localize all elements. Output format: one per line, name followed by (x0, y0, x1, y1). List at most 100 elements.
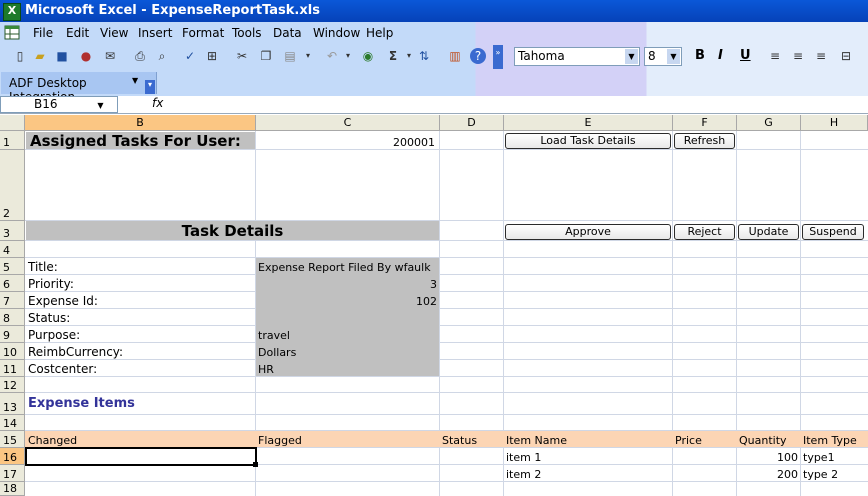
item-type-cell[interactable]: type1 (801, 448, 868, 464)
hyperlink-icon[interactable]: ◉ (360, 48, 376, 64)
field-value[interactable]: travel (256, 326, 439, 342)
align-right-icon[interactable]: ≡ (813, 48, 829, 64)
table-header-item-name[interactable]: Item Name (504, 431, 672, 447)
fill-handle[interactable] (253, 462, 258, 467)
workbook-icon[interactable] (2, 25, 22, 41)
column-header-f[interactable]: F (673, 115, 737, 131)
undo-icon[interactable]: ↶ (324, 48, 340, 64)
field-value[interactable]: Dollars (256, 343, 439, 359)
row-header[interactable]: 7 (0, 292, 25, 309)
underline-button[interactable]: U (740, 48, 751, 63)
field-value[interactable]: 102 (256, 292, 439, 308)
row-header[interactable]: 3 (0, 221, 25, 241)
cut-icon[interactable]: ✂ (234, 48, 250, 64)
item-name-cell[interactable]: item 2 (504, 465, 672, 481)
row-header[interactable]: 14 (0, 415, 25, 431)
new-icon[interactable]: ▯ (12, 48, 28, 64)
row-header[interactable]: 6 (0, 275, 25, 292)
user-id-cell[interactable]: 200001 (256, 132, 439, 149)
select-all-corner[interactable] (0, 115, 25, 131)
print-icon[interactable]: ⎙ (132, 48, 148, 64)
research-icon[interactable]: ⊞ (204, 48, 220, 64)
chevron-down-icon[interactable]: ▼ (667, 49, 680, 64)
chevron-down-icon[interactable]: ▼ (625, 49, 638, 64)
menu-help[interactable]: Help (366, 26, 393, 40)
menu-format[interactable]: Format (182, 26, 224, 40)
table-header-flagged[interactable]: Flagged (256, 431, 439, 447)
row-header[interactable]: 5 (0, 258, 25, 275)
quantity-cell[interactable]: 100 (737, 448, 800, 464)
menu-edit[interactable]: Edit (66, 26, 89, 40)
row-header[interactable]: 2 (0, 150, 25, 221)
item-name-cell[interactable]: item 1 (504, 448, 672, 464)
field-value[interactable] (256, 309, 439, 325)
autosum-dropdown-icon[interactable]: ▾ (401, 48, 417, 64)
toolbar-options-icon[interactable]: ▾ (145, 80, 155, 94)
row-header[interactable]: 17 (0, 465, 25, 482)
field-label[interactable]: Priority: (26, 275, 255, 291)
field-label[interactable]: Status: (26, 309, 255, 325)
italic-button[interactable]: I (718, 48, 723, 63)
field-label[interactable]: Title: (26, 258, 255, 274)
task-details-title[interactable]: Task Details (26, 221, 439, 240)
reject-button[interactable]: Reject (674, 224, 735, 240)
field-label[interactable]: Expense Id: (26, 292, 255, 308)
menu-view[interactable]: View (100, 26, 128, 40)
approve-button[interactable]: Approve (505, 224, 671, 240)
menu-data[interactable]: Data (273, 26, 302, 40)
table-header-item-type[interactable]: Item Type (801, 431, 868, 447)
menu-tools[interactable]: Tools (232, 26, 262, 40)
row-header[interactable]: 16 (0, 448, 25, 465)
excel-icon[interactable]: X (3, 3, 21, 21)
refresh-button[interactable]: Refresh (674, 133, 735, 149)
font-name-select[interactable]: Tahoma ▼ (514, 47, 640, 66)
paste-dropdown-icon[interactable]: ▾ (300, 48, 316, 64)
field-value[interactable]: Expense Report Filed By wfaulk (256, 258, 439, 274)
row-header[interactable]: 18 (0, 482, 25, 496)
table-header-price[interactable]: Price (673, 431, 736, 447)
field-label[interactable]: Costcenter: (26, 360, 255, 376)
help-icon[interactable]: ? (470, 48, 486, 64)
menu-file[interactable]: File (33, 26, 53, 40)
active-cell-b16[interactable] (25, 447, 257, 466)
column-header-b[interactable]: B (25, 115, 256, 131)
row-header[interactable]: 15 (0, 431, 25, 448)
column-header-d[interactable]: D (440, 115, 504, 131)
font-size-select[interactable]: 8 ▼ (644, 47, 682, 66)
copy-icon[interactable]: ❐ (258, 48, 274, 64)
field-label[interactable]: Purpose: (26, 326, 255, 342)
toolbar-options-icon[interactable]: » (493, 45, 503, 69)
merge-center-icon[interactable]: ⊟ (838, 48, 854, 64)
row-header[interactable]: 13 (0, 393, 25, 415)
field-label[interactable]: ReimbCurrency: (26, 343, 255, 359)
chevron-down-icon[interactable]: ▼ (94, 98, 107, 113)
table-header-changed[interactable]: Changed (26, 431, 255, 447)
row-header[interactable]: 9 (0, 326, 25, 343)
column-header-g[interactable]: G (737, 115, 801, 131)
item-type-cell[interactable]: type 2 (801, 465, 868, 481)
column-header-h[interactable]: H (801, 115, 868, 131)
table-header-quantity[interactable]: Quantity (737, 431, 800, 447)
row-header[interactable]: 12 (0, 377, 25, 393)
align-center-icon[interactable]: ≡ (790, 48, 806, 64)
table-header-status[interactable]: Status (440, 431, 503, 447)
load-task-details-button[interactable]: Load Task Details (505, 133, 671, 149)
autosum-icon[interactable]: Σ (385, 48, 401, 64)
align-left-icon[interactable]: ≡ (767, 48, 783, 64)
permission-icon[interactable]: ● (78, 48, 94, 64)
column-header-e[interactable]: E (504, 115, 673, 131)
quantity-cell[interactable]: 200 (737, 465, 800, 481)
open-icon[interactable]: ▰ (32, 48, 48, 64)
chart-wizard-icon[interactable]: ▥ (447, 48, 463, 64)
name-box[interactable]: B16 ▼ (0, 96, 118, 113)
spelling-icon[interactable]: ✓ (182, 48, 198, 64)
worksheet-grid[interactable]: B C D E F G H 1 2 3 4 5 6 7 8 9 10 11 12… (0, 115, 868, 496)
row-header[interactable]: 10 (0, 343, 25, 360)
assigned-tasks-title[interactable]: Assigned Tasks For User: (26, 132, 255, 149)
suspend-button[interactable]: Suspend (802, 224, 864, 240)
save-icon[interactable]: ■ (54, 48, 70, 64)
column-header-c[interactable]: C (256, 115, 440, 131)
field-value[interactable]: HR (256, 360, 439, 376)
email-icon[interactable]: ✉ (102, 48, 118, 64)
row-header[interactable]: 11 (0, 360, 25, 377)
